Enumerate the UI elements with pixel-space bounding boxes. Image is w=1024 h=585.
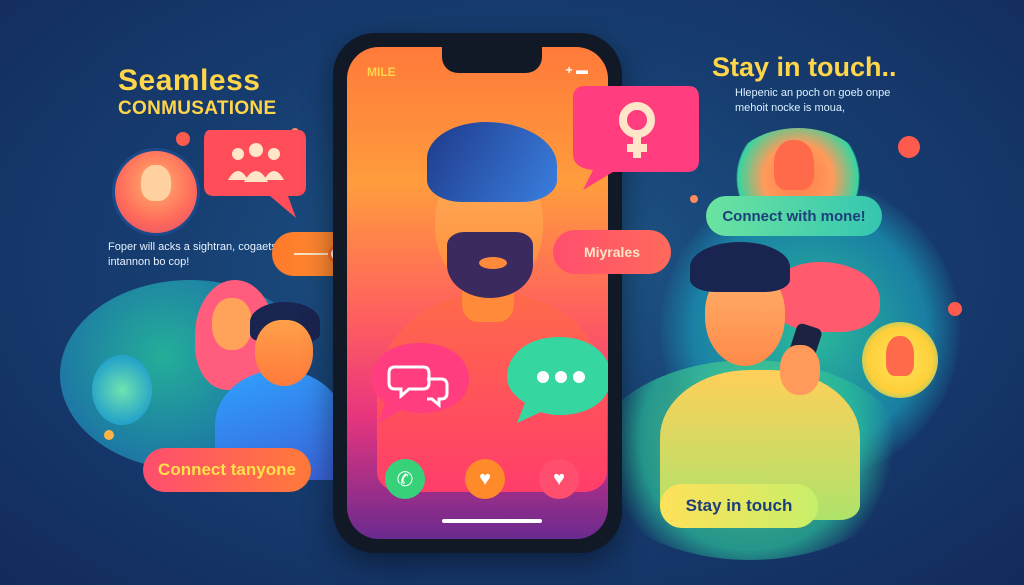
phone-icon: ✆ [396,468,414,491]
heart-icon: ♥ [479,467,491,490]
dot-4 [690,195,698,203]
right-avatar-icon [774,140,814,190]
left-subtitle: CONMUSATIONE [118,98,277,119]
man-hair [427,122,557,202]
left-body-text: Foper will acks a sightran, cogaetsg int… [108,241,283,268]
like-button-1[interactable]: ♥ [465,459,505,499]
female-symbol-bubble [573,86,699,190]
status-icons: + ▬ [565,63,588,77]
call-button[interactable]: ✆ [385,459,425,499]
left-title: Seamless [118,64,261,97]
avatar-head-icon [141,165,171,201]
person-icon [886,336,914,376]
phone-notch [442,47,542,73]
screen-chat-bubble-right [507,337,608,423]
left-plant [92,355,152,425]
dot-6 [104,430,114,440]
right-man-hair [690,242,790,292]
connect-anyone-button[interactable]: Connect tanyone [143,448,311,492]
home-indicator[interactable] [442,519,542,523]
screen-chat-bubble-left [371,343,469,423]
dot-1 [176,132,190,146]
right-small-avatar [862,322,938,398]
left-man-face [255,320,313,386]
name-tag-bubble: Miyrales [553,230,671,274]
ellipsis-icon [537,371,585,383]
dot-5 [948,302,962,316]
right-title: Stay in touch.. [712,52,897,82]
left-woman-face [212,298,252,350]
like-button-2[interactable]: ♥ [539,459,579,499]
connect-with-bubble: Connect with mone! [706,196,882,236]
right-body-text: Hlepenic an poch on goeb onpe mehoit noc… [735,87,891,114]
stay-in-touch-button[interactable]: Stay in touch [660,484,818,528]
right-man-hand [780,345,820,395]
dot-3 [898,136,920,158]
left-avatar [112,148,200,236]
man-mouth [479,257,507,269]
heart-icon: ♥ [553,467,565,490]
group-chat-bubble [204,130,306,218]
status-label: MILE [367,65,396,79]
